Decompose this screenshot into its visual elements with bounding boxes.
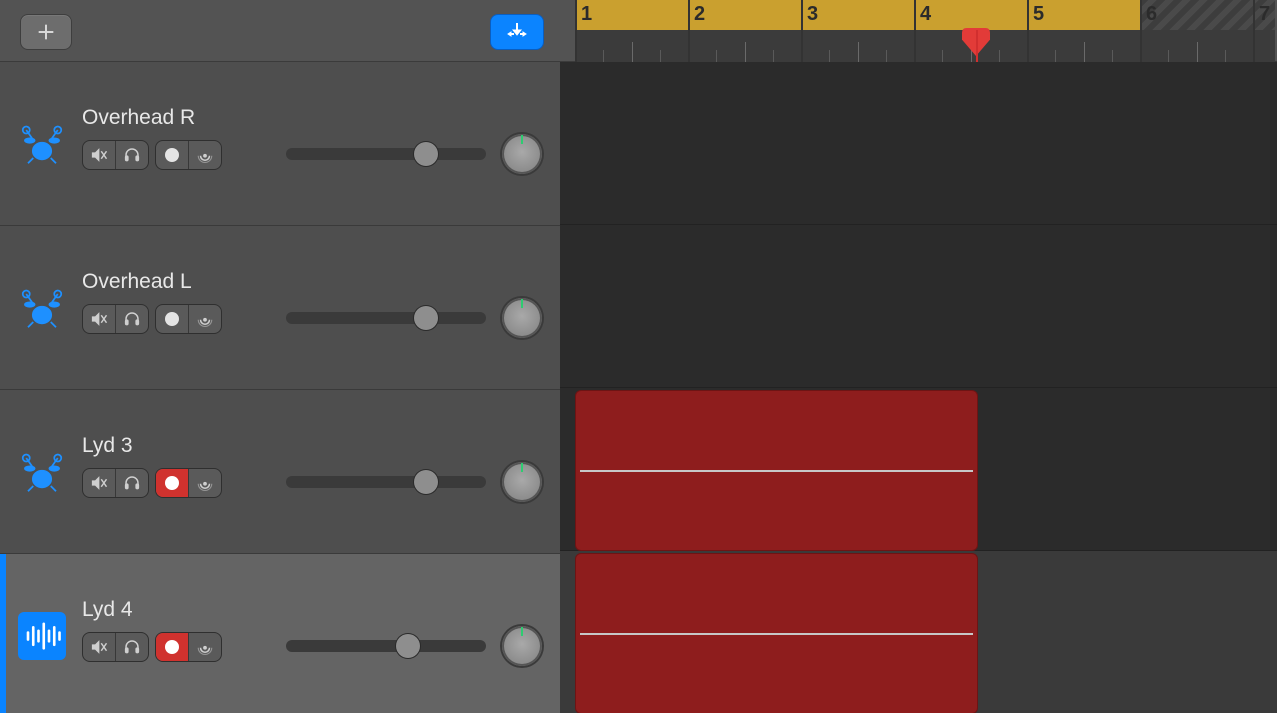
solo-headphones-button[interactable] — [116, 141, 148, 169]
track-header[interactable]: Lyd 3 — [0, 390, 560, 554]
drum-track-icon[interactable] — [18, 284, 66, 332]
ruler-tick — [886, 50, 887, 62]
waveform-placeholder — [580, 633, 973, 635]
record-dot-icon — [165, 312, 179, 326]
audio-region[interactable] — [575, 390, 978, 551]
track-name[interactable]: Lyd 4 — [82, 598, 133, 622]
solo-headphones-button[interactable] — [116, 633, 148, 661]
ruler-tick — [660, 50, 661, 62]
bar-line — [1140, 0, 1142, 62]
record-enable-button[interactable] — [156, 305, 189, 333]
solo-headphones-button[interactable] — [116, 469, 148, 497]
track-controls — [82, 304, 222, 334]
bar-line — [914, 0, 916, 62]
pan-knob[interactable] — [502, 462, 542, 502]
record-dot-icon — [165, 476, 179, 490]
audio-track-icon[interactable] — [18, 612, 66, 660]
input-monitor-button[interactable] — [189, 141, 221, 169]
bar-line — [1027, 0, 1029, 62]
ruler-tick — [773, 50, 774, 62]
audio-region[interactable] — [575, 553, 978, 713]
bar-line — [575, 0, 577, 62]
ruler-tick — [999, 50, 1000, 62]
ruler-tick — [1225, 50, 1226, 62]
ruler-tick — [1168, 50, 1169, 62]
volume-slider[interactable] — [286, 470, 486, 494]
waveform-placeholder — [580, 470, 973, 472]
catch-playhead-icon — [505, 20, 529, 44]
ruler-ticks — [575, 30, 1275, 62]
ruler-tick — [1055, 50, 1056, 62]
selection-strip — [0, 554, 6, 713]
bar-label: 6 — [1146, 3, 1157, 26]
ruler-tick — [1084, 42, 1085, 62]
plus-icon — [35, 21, 57, 43]
track-name[interactable]: Lyd 3 — [82, 434, 133, 458]
volume-slider[interactable] — [286, 634, 486, 658]
track-headers-panel: Overhead R Overhead L — [0, 62, 560, 713]
record-enable-button[interactable] — [156, 141, 189, 169]
arrangement-lanes[interactable] — [560, 62, 1277, 713]
pan-knob[interactable] — [502, 626, 542, 666]
pan-knob[interactable] — [502, 298, 542, 338]
track-lane[interactable] — [560, 62, 1277, 225]
pan-knob[interactable] — [502, 134, 542, 174]
input-monitor-button[interactable] — [189, 633, 221, 661]
input-monitor-button[interactable] — [189, 469, 221, 497]
track-controls — [82, 140, 222, 170]
input-monitor-button[interactable] — [189, 305, 221, 333]
record-enable-button[interactable] — [156, 469, 189, 497]
record-enable-button[interactable] — [156, 633, 189, 661]
ruler-tick — [829, 50, 830, 62]
drum-track-icon[interactable] — [18, 120, 66, 168]
bar-label: 2 — [694, 3, 705, 26]
bar-line — [801, 0, 803, 62]
app-root: 1 2 3 4 5 6 7 Overhead R — [0, 0, 1277, 713]
track-controls — [82, 468, 222, 498]
track-controls — [82, 632, 222, 662]
ruler-tick — [745, 42, 746, 62]
bar-line — [1253, 0, 1255, 62]
ruler-tick — [942, 50, 943, 62]
solo-headphones-button[interactable] — [116, 305, 148, 333]
track-name[interactable]: Overhead L — [82, 270, 192, 294]
ruler-tick — [603, 50, 604, 62]
mute-button[interactable] — [83, 141, 116, 169]
bar-label: 3 — [807, 3, 818, 26]
bar-label: 5 — [1033, 3, 1044, 26]
bar-label: 7 — [1259, 3, 1270, 26]
ruler-tick — [716, 50, 717, 62]
ruler-tick — [971, 42, 972, 62]
ruler-tick — [632, 42, 633, 62]
bar-line — [688, 0, 690, 62]
add-track-button[interactable] — [20, 14, 72, 50]
drum-track-icon[interactable] — [18, 448, 66, 496]
mute-button[interactable] — [83, 305, 116, 333]
track-lane[interactable] — [560, 225, 1277, 388]
track-name[interactable]: Overhead R — [82, 106, 195, 130]
ruler-tick — [1112, 50, 1113, 62]
track-header[interactable]: Overhead L — [0, 226, 560, 390]
timeline-ruler[interactable]: 1 2 3 4 5 6 7 — [575, 0, 1275, 62]
record-dot-icon — [165, 640, 179, 654]
volume-slider[interactable] — [286, 142, 486, 166]
catch-playhead-button[interactable] — [490, 14, 544, 50]
volume-slider[interactable] — [286, 306, 486, 330]
track-header[interactable]: Lyd 4 — [0, 554, 560, 713]
mute-button[interactable] — [83, 633, 116, 661]
bar-label: 1 — [581, 3, 592, 26]
mute-button[interactable] — [83, 469, 116, 497]
ruler-tick — [858, 42, 859, 62]
bar-label: 4 — [920, 3, 931, 26]
track-header[interactable]: Overhead R — [0, 62, 560, 226]
record-dot-icon — [165, 148, 179, 162]
ruler-tick — [1197, 42, 1198, 62]
